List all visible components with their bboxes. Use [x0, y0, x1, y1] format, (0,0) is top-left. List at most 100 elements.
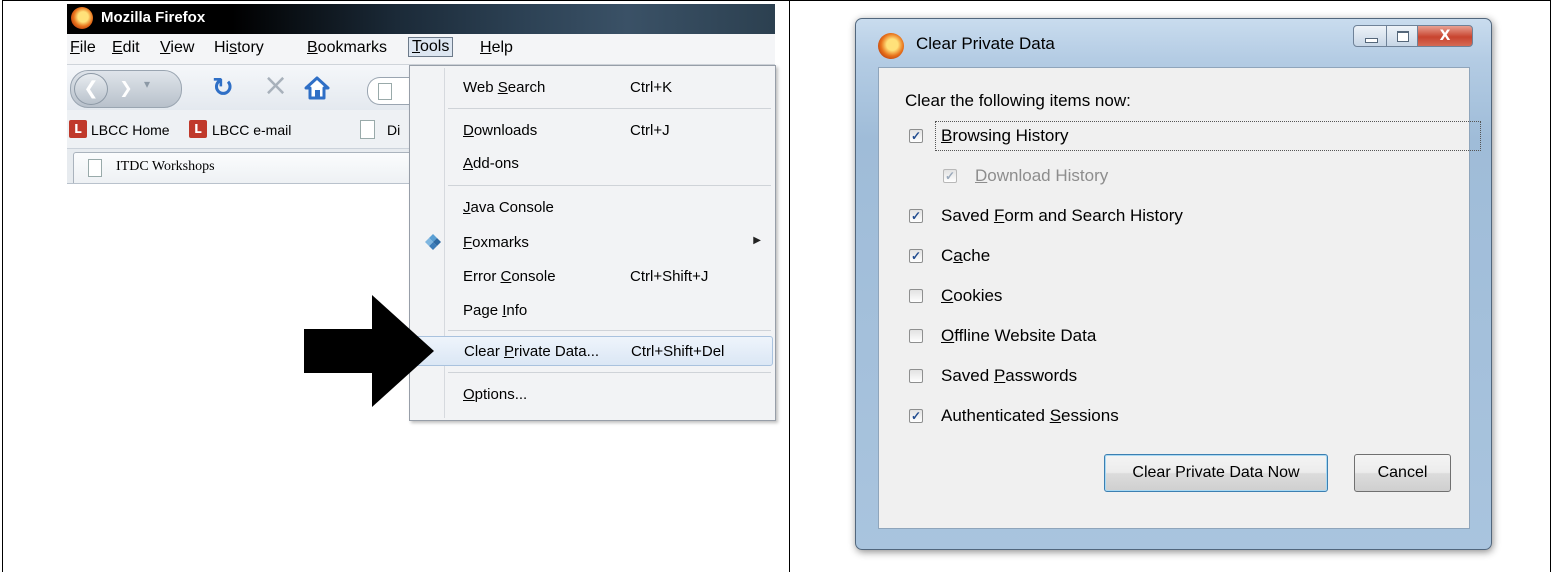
menu-item-options[interactable]: Options... [412, 380, 773, 410]
firefox-logo-icon [878, 33, 904, 59]
firefox-title-bar: Mozilla Firefox [67, 4, 775, 34]
options-accel: O [463, 386, 475, 403]
menu-file-rest: ile [79, 39, 96, 56]
menu-bookmarks[interactable]: Bookmarks [307, 39, 387, 57]
error-console-accel: C [500, 268, 512, 285]
minimize-button[interactable] [1353, 25, 1387, 47]
dialog-body: Clear the following items now: ✓ Browsin… [878, 67, 1481, 529]
menu-tools-rest: ools [420, 38, 450, 55]
firefox-logo-icon [71, 7, 93, 29]
lbcc-home-icon: L [69, 120, 87, 138]
checkbox-saved-passwords[interactable] [909, 369, 923, 383]
menu-view[interactable]: View [160, 39, 194, 57]
checkbox-authenticated-sessions[interactable]: ✓ [909, 409, 923, 423]
java-console-accel: J [463, 199, 471, 216]
menu-history-accel: s [229, 39, 238, 56]
maximize-button[interactable] [1386, 25, 1418, 47]
bookmark-di[interactable]: Di [387, 122, 400, 138]
checkbox-cookies[interactable] [909, 289, 923, 303]
offline-accel: O [941, 326, 955, 345]
add-ons-rest: dd-ons [473, 155, 519, 172]
bookmark-page-icon [360, 120, 375, 139]
menu-item-page-info[interactable]: Page Info [412, 296, 773, 326]
reload-icon[interactable]: ↻ [212, 75, 234, 101]
foxmarks-icon [425, 234, 441, 250]
pointer-arrow-icon [304, 295, 434, 407]
clear-private-data-dialog: Clear Private Data X Clear the following… [855, 18, 1492, 550]
web-search-pre: Web [463, 79, 498, 96]
menu-edit-accel: E [112, 39, 123, 56]
passwords-rest: asswords [1005, 366, 1078, 385]
menu-item-clear-private-data[interactable]: Clear Private Data... Ctrl+Shift+Del [412, 336, 773, 366]
download-history-accel: D [975, 166, 988, 185]
clear-private-data-accel: P [504, 343, 515, 360]
add-ons-accel: A [463, 155, 474, 172]
passwords-pre: Saved [941, 366, 994, 385]
menu-separator [448, 185, 771, 186]
web-search-rest: earch [507, 79, 546, 96]
passwords-accel: P [993, 366, 1006, 385]
home-icon[interactable] [303, 75, 331, 101]
checkbox-offline-website-data[interactable] [909, 329, 923, 343]
dialog-heading: Clear the following items now: [905, 91, 1131, 110]
forward-button[interactable]: ❯ [114, 77, 138, 99]
menu-item-error-console[interactable]: Error Console Ctrl+Shift+J [412, 262, 773, 292]
cookies-accel: C [941, 286, 954, 305]
cache-pre: C [941, 246, 954, 265]
menu-bookmarks-rest: ookmarks [317, 39, 388, 56]
downloads-rest: ownloads [473, 122, 538, 139]
cancel-button[interactable]: Cancel [1354, 454, 1451, 492]
downloads-accel: D [463, 122, 474, 139]
download-history-rest: ownload History [987, 166, 1109, 185]
offline-rest: ffline Website Data [954, 326, 1097, 345]
foxmarks-accel: F [463, 234, 473, 251]
menu-bookmarks-accel: B [307, 39, 318, 56]
foxmarks-rest: oxmarks [472, 234, 529, 251]
menu-history[interactable]: History [214, 39, 264, 57]
menu-history-pre: Hi [214, 39, 230, 56]
saved-form-pre: Saved [941, 206, 994, 225]
menu-file-accel: F [70, 39, 80, 56]
menu-edit[interactable]: Edit [112, 39, 140, 57]
menu-separator [448, 330, 771, 331]
menu-bar: File Edit View History Bookmarks Tools H… [67, 34, 775, 65]
tab-itdc-workshops[interactable]: ITDC Workshops [73, 152, 415, 183]
tools-dropdown-menu: Web Search Ctrl+K Downloads Ctrl+J Add-o… [409, 65, 776, 421]
menu-edit-rest: dit [122, 39, 140, 56]
menu-view-rest: iew [170, 39, 195, 56]
submenu-arrow-icon: ▶ [753, 235, 761, 246]
bookmark-lbcc-home[interactable]: LBCC Home [91, 122, 170, 138]
menu-file[interactable]: File [70, 39, 96, 57]
clear-private-data-shortcut: Ctrl+Shift+Del [631, 343, 725, 360]
back-arrow-icon: ❮ [83, 78, 99, 99]
menu-item-foxmarks[interactable]: Foxmarks ▶ [412, 228, 773, 258]
menu-tools-accel: T [412, 38, 420, 55]
tab-label: ITDC Workshops [116, 159, 215, 174]
back-button[interactable]: ❮ [74, 73, 108, 105]
sessions-rest: essions [1061, 406, 1119, 425]
checkbox-cache[interactable]: ✓ [909, 249, 923, 263]
menu-help[interactable]: Help [480, 39, 513, 57]
downloads-shortcut: Ctrl+J [630, 122, 670, 139]
menu-item-add-ons[interactable]: Add-ons [412, 149, 773, 179]
stop-icon[interactable]: × [263, 71, 288, 101]
cookies-rest: ookies [953, 286, 1003, 305]
clear-private-data-rest: rivate Data... [514, 343, 600, 360]
menu-tools[interactable]: Tools [408, 37, 454, 57]
menu-item-downloads[interactable]: Downloads Ctrl+J [412, 116, 773, 146]
menu-item-java-console[interactable]: Java Console [412, 193, 773, 223]
menu-item-web-search[interactable]: Web Search Ctrl+K [412, 73, 773, 103]
checkbox-saved-form-history[interactable]: ✓ [909, 209, 923, 223]
bookmark-lbcc-email[interactable]: LBCC e-mail [212, 122, 291, 138]
sessions-pre: Authenticated [941, 406, 1050, 425]
close-button[interactable]: X [1417, 25, 1473, 47]
history-dropdown-icon[interactable]: ▾ [144, 77, 150, 91]
checkbox-browsing-history[interactable]: ✓ [909, 129, 923, 143]
clear-private-data-pre: Clear [464, 343, 505, 360]
panel-divider [789, 0, 790, 572]
clear-private-data-now-button[interactable]: Clear Private Data Now [1104, 454, 1328, 492]
browsing-history-rest: rowsing History [952, 126, 1069, 145]
cache-rest: che [962, 246, 991, 265]
lbcc-email-icon: L [189, 120, 207, 138]
window-title: Mozilla Firefox [101, 9, 206, 26]
